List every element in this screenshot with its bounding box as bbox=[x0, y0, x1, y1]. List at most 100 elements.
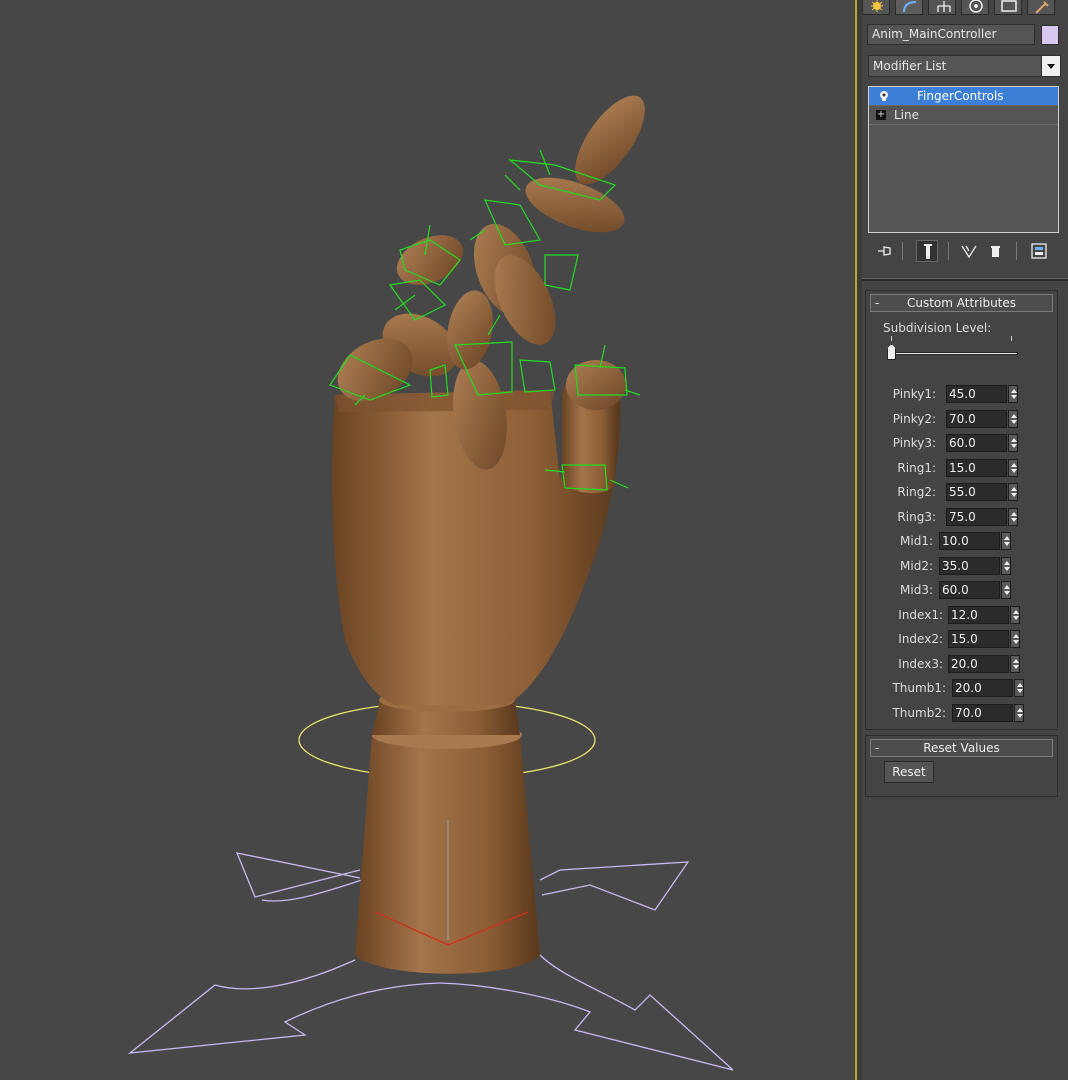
display-tab[interactable] bbox=[994, 0, 1022, 15]
spinner-down-icon[interactable] bbox=[1013, 615, 1019, 620]
param-row: Pinky3: 60.0 bbox=[866, 434, 1059, 454]
param-value-field[interactable]: 20.0 bbox=[948, 654, 1009, 673]
custom-attributes-header[interactable]: - Custom Attributes bbox=[870, 294, 1053, 312]
slider-thumb[interactable] bbox=[887, 344, 896, 360]
spinner-down-icon[interactable] bbox=[1004, 566, 1010, 571]
spinner-up-icon[interactable] bbox=[1011, 413, 1017, 418]
param-row: Mid1: 10.0 bbox=[866, 532, 1059, 552]
param-row: Ring1: 15.0 bbox=[866, 458, 1059, 479]
configure-icon bbox=[1031, 243, 1047, 259]
lightbulb-icon[interactable] bbox=[878, 90, 890, 102]
spinner-up-icon[interactable] bbox=[1004, 560, 1010, 565]
param-value-field[interactable]: 70.0 bbox=[946, 409, 1007, 428]
param-value-field[interactable]: 35.0 bbox=[939, 556, 1000, 575]
hand-model[interactable] bbox=[326, 85, 657, 974]
expand-plus-icon[interactable]: + bbox=[876, 110, 886, 120]
collapse-icon[interactable]: - bbox=[875, 295, 879, 311]
create-tab[interactable] bbox=[862, 0, 890, 15]
spinner-arrows[interactable] bbox=[1010, 654, 1020, 673]
spinner-arrows[interactable] bbox=[1008, 483, 1018, 501]
spinner-arrows[interactable] bbox=[1008, 507, 1018, 526]
param-row: Pinky2: 70.0 bbox=[866, 409, 1059, 430]
spinner-arrows[interactable] bbox=[1008, 434, 1018, 452]
param-value-field[interactable]: 55.0 bbox=[946, 483, 1007, 501]
utilities-tab[interactable] bbox=[1027, 0, 1055, 15]
spinner-down-icon[interactable] bbox=[1011, 419, 1017, 424]
spinner-down-icon[interactable] bbox=[1013, 664, 1019, 669]
collapse-icon[interactable]: - bbox=[875, 740, 879, 756]
reset-button[interactable]: Reset bbox=[884, 761, 934, 783]
param-value-field[interactable]: 45.0 bbox=[946, 385, 1007, 403]
spinner-arrows[interactable] bbox=[1014, 679, 1024, 697]
stack-item-fingercontrols[interactable]: FingerControls bbox=[869, 87, 1058, 106]
spinner-up-icon[interactable] bbox=[1011, 487, 1017, 491]
subdivision-level-label: Subdivision Level: bbox=[883, 321, 992, 335]
pin-stack-button[interactable] bbox=[874, 240, 896, 262]
slider-tick bbox=[891, 336, 892, 341]
spinner-up-icon[interactable] bbox=[1011, 511, 1017, 516]
spinner-up-icon[interactable] bbox=[1004, 585, 1010, 589]
spinner-down-icon[interactable] bbox=[1011, 517, 1017, 522]
configure-sets-button[interactable] bbox=[1028, 240, 1050, 262]
perspective-viewport[interactable] bbox=[0, 0, 855, 1080]
spinner-up-icon[interactable] bbox=[1013, 634, 1019, 638]
spinner-up-icon[interactable] bbox=[1011, 438, 1017, 442]
spinner-arrows[interactable] bbox=[1001, 581, 1011, 599]
param-value-field[interactable]: 60.0 bbox=[946, 434, 1007, 452]
modifier-list-dropdown[interactable]: Modifier List bbox=[868, 55, 1061, 77]
spinner-arrows[interactable] bbox=[1008, 385, 1018, 403]
motion-tab[interactable] bbox=[961, 0, 989, 15]
param-value-field[interactable]: 12.0 bbox=[948, 605, 1009, 624]
reset-values-header[interactable]: - Reset Values bbox=[870, 739, 1053, 757]
param-label: Ring1: bbox=[897, 460, 936, 475]
spinner-arrows[interactable] bbox=[1008, 409, 1018, 428]
spinner-arrows[interactable] bbox=[1014, 703, 1024, 722]
spinner-down-icon[interactable] bbox=[1011, 468, 1017, 473]
param-row: Ring3: 75.0 bbox=[866, 507, 1059, 528]
spinner-down-icon[interactable] bbox=[1004, 542, 1010, 546]
param-value-field[interactable]: 75.0 bbox=[946, 507, 1007, 526]
spinner-up-icon[interactable] bbox=[1017, 683, 1023, 687]
param-label: Index1: bbox=[898, 607, 943, 622]
object-name-field[interactable]: Anim_MainController bbox=[867, 24, 1035, 45]
hierarchy-tab[interactable] bbox=[928, 0, 956, 15]
param-label: Index2: bbox=[898, 632, 943, 646]
spinner-arrows[interactable] bbox=[1008, 458, 1018, 477]
object-color-swatch[interactable] bbox=[1041, 25, 1059, 45]
spinner-up-icon[interactable] bbox=[1017, 707, 1023, 712]
spinner-up-icon[interactable] bbox=[1013, 609, 1019, 614]
chevron-down-icon[interactable] bbox=[1041, 56, 1060, 76]
subdivision-level-slider[interactable] bbox=[891, 352, 1018, 355]
param-value-field[interactable]: 10.0 bbox=[939, 532, 1000, 550]
param-value-field[interactable]: 60.0 bbox=[939, 581, 1000, 599]
modify-tab[interactable] bbox=[895, 0, 923, 15]
spinner-down-icon[interactable] bbox=[1011, 493, 1017, 497]
spinner-down-icon[interactable] bbox=[1017, 713, 1023, 718]
slider-tick bbox=[1011, 336, 1012, 341]
param-value-field[interactable]: 15.0 bbox=[946, 458, 1007, 477]
spinner-up-icon[interactable] bbox=[1011, 389, 1017, 393]
make-unique-button[interactable] bbox=[958, 240, 980, 262]
stack-item-line[interactable]: + Line bbox=[869, 106, 1058, 125]
param-value-field[interactable]: 15.0 bbox=[948, 630, 1009, 648]
spinner-up-icon[interactable] bbox=[1013, 658, 1019, 663]
spinner-arrows[interactable] bbox=[1010, 605, 1020, 624]
spinner-down-icon[interactable] bbox=[1011, 395, 1017, 399]
modifier-stack[interactable]: FingerControls + Line bbox=[868, 86, 1059, 233]
motion-icon bbox=[969, 0, 983, 13]
spinner-down-icon[interactable] bbox=[1017, 689, 1023, 693]
spinner-down-icon[interactable] bbox=[1011, 444, 1017, 448]
stack-toolbar bbox=[872, 240, 1062, 262]
spinner-down-icon[interactable] bbox=[1004, 591, 1010, 595]
remove-modifier-button[interactable] bbox=[984, 240, 1006, 262]
spinner-down-icon[interactable] bbox=[1013, 640, 1019, 644]
spinner-arrows[interactable] bbox=[1010, 630, 1020, 648]
spinner-up-icon[interactable] bbox=[1004, 536, 1010, 540]
show-end-result-button[interactable] bbox=[916, 240, 938, 262]
hierarchy-icon bbox=[937, 1, 951, 12]
param-value-field[interactable]: 70.0 bbox=[952, 703, 1013, 722]
spinner-up-icon[interactable] bbox=[1011, 462, 1017, 467]
param-value-field[interactable]: 20.0 bbox=[952, 679, 1013, 697]
spinner-arrows[interactable] bbox=[1001, 532, 1011, 550]
spinner-arrows[interactable] bbox=[1001, 556, 1011, 575]
